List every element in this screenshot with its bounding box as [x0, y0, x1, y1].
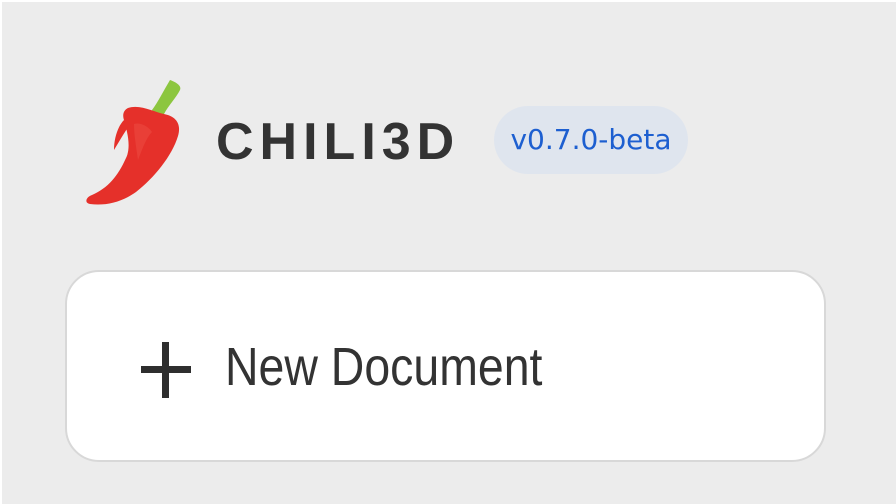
app-title: CHILI3D	[216, 113, 461, 171]
window-edge-left	[0, 0, 2, 504]
plus-icon	[141, 338, 191, 398]
window-edge-top	[0, 0, 896, 2]
version-badge: v0.7.0-beta	[494, 106, 688, 174]
brand-header: CHILI3D v0.7.0-beta	[84, 76, 704, 206]
new-document-button[interactable]: New Document	[65, 270, 826, 462]
chili-pepper-icon	[84, 76, 186, 206]
new-document-label: New Document	[225, 337, 543, 397]
